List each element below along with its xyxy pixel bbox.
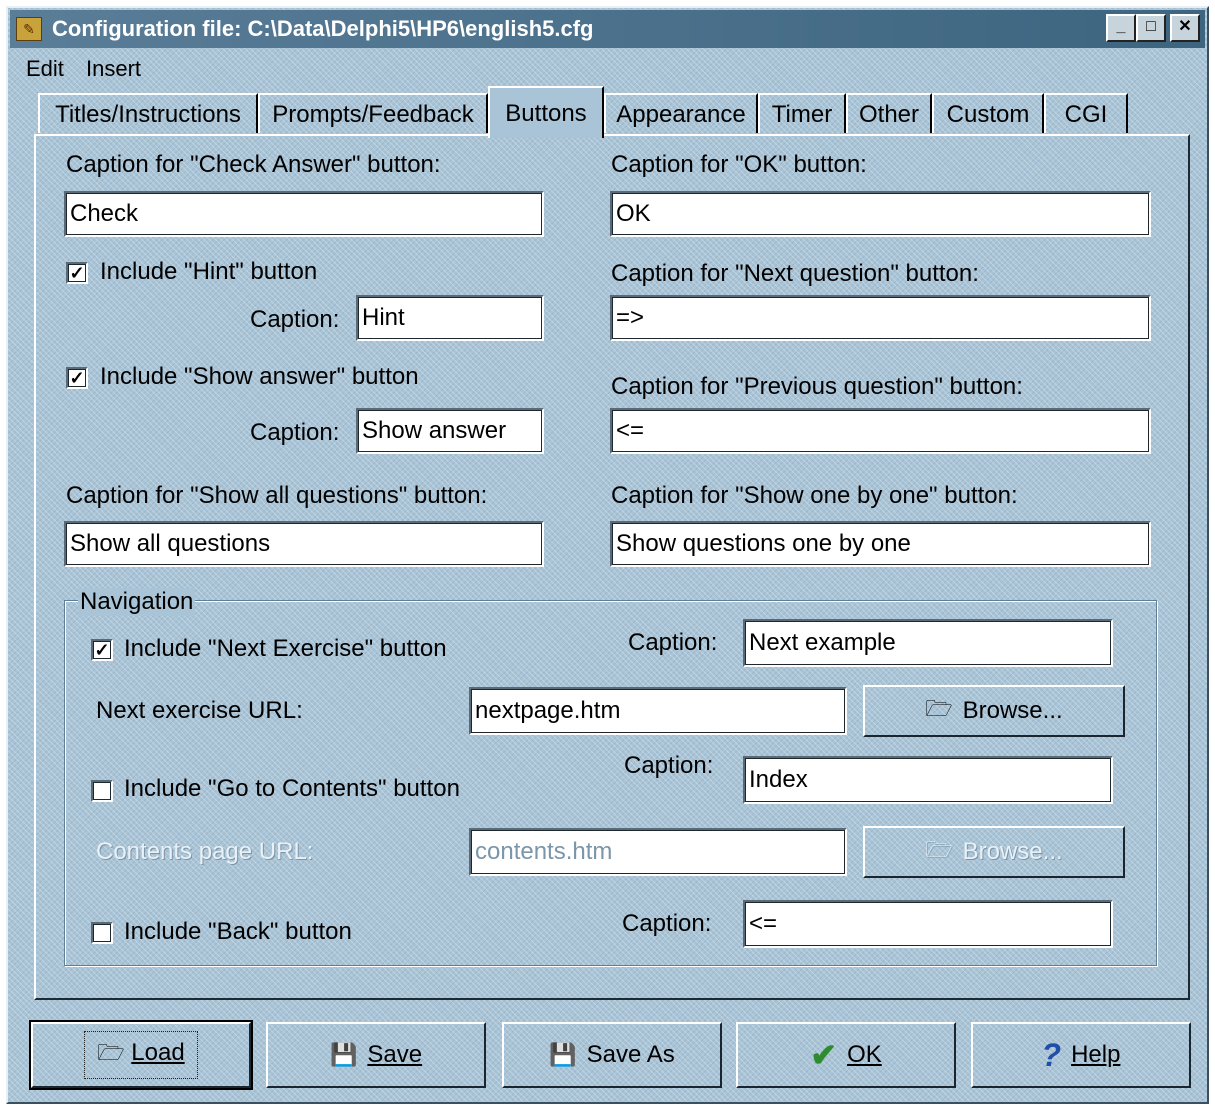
contents-checkbox-label: Include "Go to Contents" button <box>124 775 460 802</box>
tab-titles-instructions[interactable]: Titles/Instructions <box>38 93 258 133</box>
contents-url-label: Contents page URL: <box>96 838 314 865</box>
check-answer-field[interactable]: Check <box>64 191 544 237</box>
next-question-label: Caption for "Next question" button: <box>611 260 979 287</box>
browse-button-label: Browse... <box>962 697 1063 724</box>
show-one-by-one-label: Caption for "Show one by one" button: <box>611 482 1018 509</box>
contents-caption-label: Caption: <box>624 752 714 779</box>
tab-appearance[interactable]: Appearance <box>604 93 758 133</box>
next-exercise-url-field[interactable]: nextpage.htm <box>469 687 847 735</box>
minimize-button[interactable]: _ <box>1106 14 1136 42</box>
ok-caption-label: Caption for "OK" button: <box>611 151 867 178</box>
next-exercise-caption-field[interactable]: Next example <box>743 619 1113 667</box>
show-answer-caption-label: Caption: <box>250 419 340 446</box>
load-button[interactable]: 🗁 Load <box>29 1020 253 1090</box>
show-answer-checkbox[interactable]: ✓ <box>66 367 88 389</box>
show-answer-caption-field[interactable]: Show answer <box>356 408 544 454</box>
back-checkbox-label: Include "Back" button <box>124 918 352 945</box>
open-folder-icon: 🗁 <box>925 696 953 721</box>
title-bar[interactable]: ✎ Configuration file: C:\Data\Delphi5\HP… <box>10 10 1205 48</box>
next-exercise-checkbox-label: Include "Next Exercise" button <box>124 635 447 662</box>
question-mark-icon: ? <box>1041 1036 1062 1073</box>
back-caption-label: Caption: <box>622 910 712 937</box>
show-all-field[interactable]: Show all questions <box>64 521 544 567</box>
contents-checkbox[interactable] <box>91 780 113 802</box>
tab-timer[interactable]: Timer <box>758 93 846 133</box>
next-exercise-caption-label: Caption: <box>628 629 718 656</box>
show-answer-checkbox-label: Include "Show answer" button <box>100 363 419 390</box>
back-checkbox[interactable] <box>91 922 113 944</box>
menu-insert[interactable]: Insert <box>86 56 141 82</box>
app-icon: ✎ <box>16 17 42 41</box>
help-button[interactable]: ? Help <box>971 1022 1191 1088</box>
menu-edit[interactable]: Edit <box>26 56 64 82</box>
back-caption-field[interactable]: <= <box>743 900 1113 948</box>
next-exercise-url-label: Next exercise URL: <box>96 697 303 724</box>
tab-cgi[interactable]: CGI <box>1044 93 1128 133</box>
floppy-disk-icon: 💾 <box>329 1042 358 1067</box>
navigation-legend: Navigation <box>78 588 196 616</box>
tab-custom[interactable]: Custom <box>932 93 1044 133</box>
hint-checkbox-label: Include "Hint" button <box>100 258 318 285</box>
contents-caption-field[interactable]: Index <box>743 756 1113 804</box>
hint-caption-field[interactable]: Hint <box>356 295 544 341</box>
tab-other[interactable]: Other <box>846 93 932 133</box>
next-exercise-checkbox[interactable]: ✓ <box>91 639 113 661</box>
window-title: Configuration file: C:\Data\Delphi5\HP6\… <box>52 16 594 41</box>
previous-question-label: Caption for "Previous question" button: <box>611 373 1023 400</box>
save-button-label: Save <box>367 1041 423 1068</box>
tab-buttons[interactable]: Buttons <box>488 86 604 138</box>
help-button-label: Help <box>1071 1041 1121 1068</box>
save-as-disk-icon: 💾 <box>549 1042 577 1067</box>
save-as-button-label: Save As <box>586 1041 675 1068</box>
previous-question-field[interactable]: <= <box>610 408 1151 454</box>
tab-prompts-feedback[interactable]: Prompts/Feedback <box>258 93 488 133</box>
next-exercise-browse-button[interactable]: 🗁 Browse... <box>863 685 1125 737</box>
hint-checkbox[interactable]: ✓ <box>66 262 88 284</box>
checkmark-icon: ✔ <box>810 1037 838 1073</box>
ok-caption-field[interactable]: OK <box>610 191 1151 237</box>
open-folder-icon: 🗁 <box>97 1040 125 1065</box>
load-button-label: Load <box>131 1039 185 1066</box>
check-answer-label: Caption for "Check Answer" button: <box>66 151 441 178</box>
save-button[interactable]: 💾 Save <box>266 1022 486 1088</box>
ok-button[interactable]: ✔ OK <box>736 1022 956 1088</box>
show-all-label: Caption for "Show all questions" button: <box>66 482 488 509</box>
close-button[interactable]: ✕ <box>1170 14 1200 42</box>
next-question-field[interactable]: => <box>610 295 1151 341</box>
maximize-button[interactable]: □ <box>1136 14 1166 42</box>
browse-button-label: Browse... <box>962 838 1063 865</box>
show-one-by-one-field[interactable]: Show questions one by one <box>610 521 1151 567</box>
open-folder-icon: 🗁 <box>925 837 953 862</box>
contents-browse-button[interactable]: 🗁 Browse... <box>863 826 1125 878</box>
contents-url-field[interactable]: contents.htm <box>469 828 847 876</box>
save-as-button[interactable]: 💾 Save As <box>502 1022 722 1088</box>
ok-button-label: OK <box>847 1041 882 1068</box>
hint-caption-label: Caption: <box>250 306 340 333</box>
